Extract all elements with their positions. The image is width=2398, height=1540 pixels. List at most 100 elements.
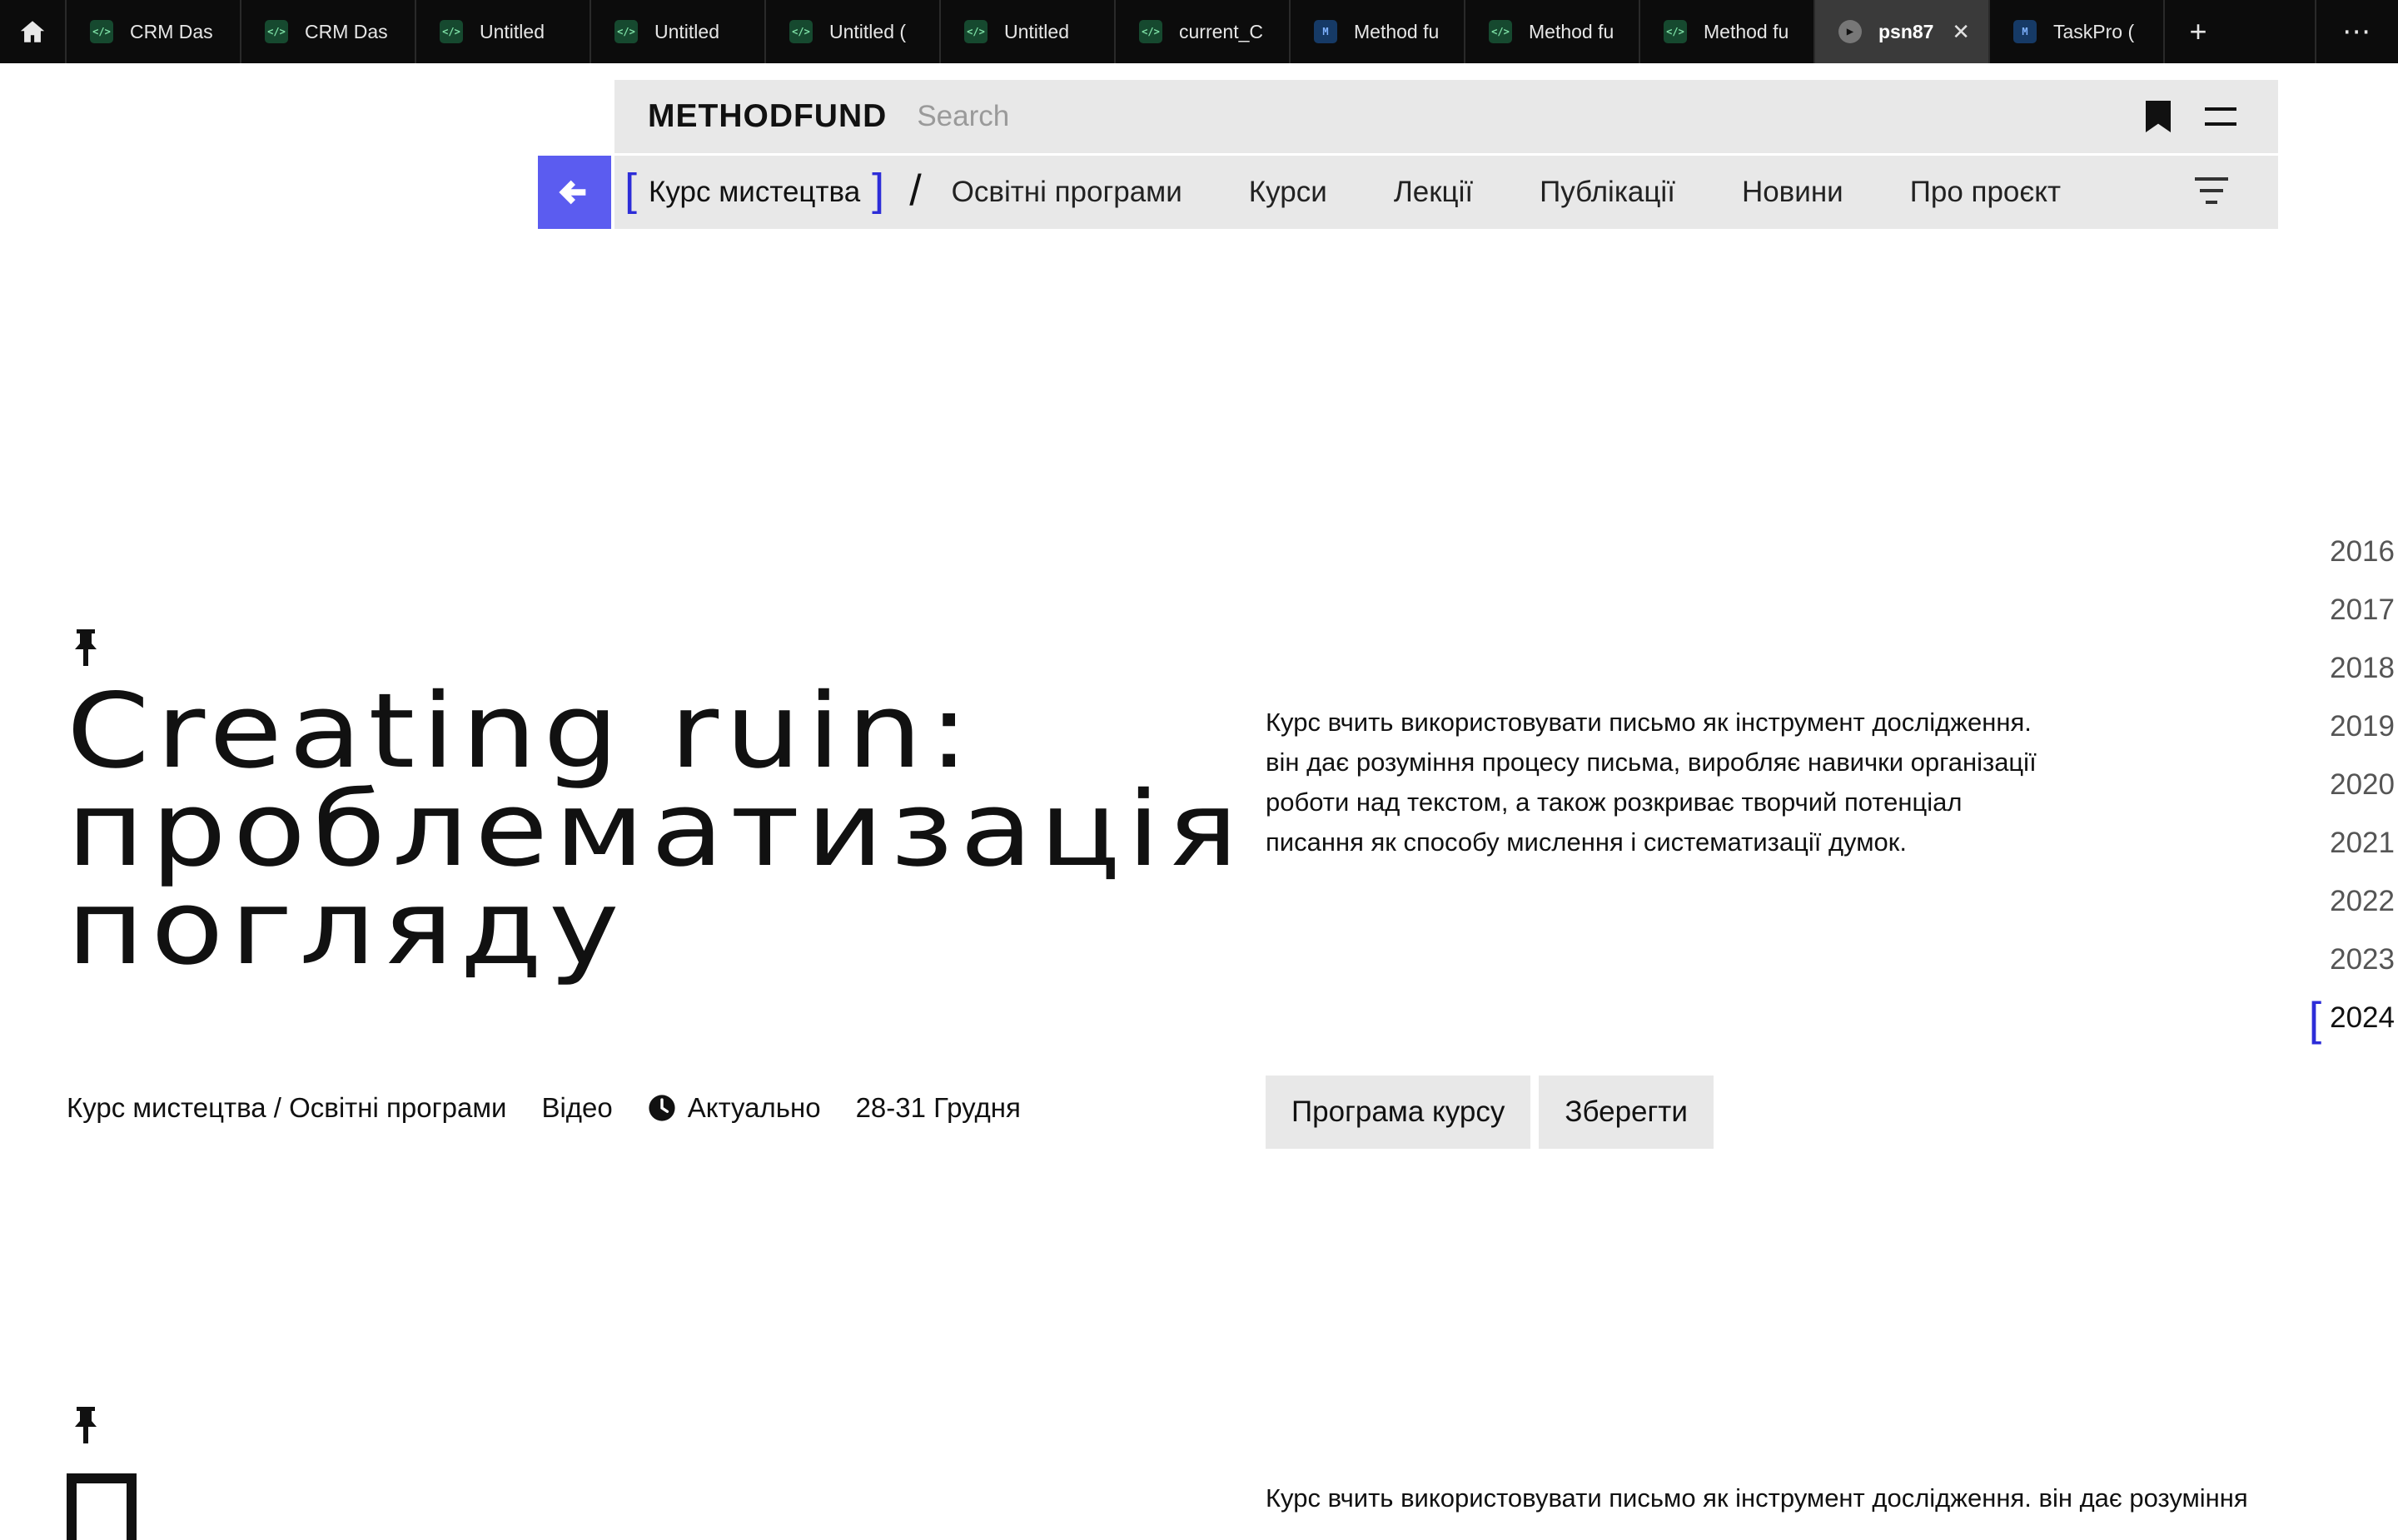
new-tab-button[interactable]: +: [2165, 0, 2231, 63]
pin-icon[interactable]: [73, 1407, 98, 1443]
browser-tab[interactable]: </> Untitled: [591, 0, 766, 63]
methodfund-icon: M: [1314, 20, 1337, 43]
tab-label: current_C: [1179, 20, 1263, 42]
next-course-description: Курс вчить використовувати письмо як інс…: [1266, 1483, 2248, 1513]
course-description: Курс вчить використовувати письмо як інс…: [1266, 703, 2132, 862]
browser-tab[interactable]: </> Method fu: [1640, 0, 1815, 63]
browser-tab[interactable]: </> Method fu: [1465, 0, 1640, 63]
pin-icon[interactable]: [73, 629, 98, 666]
breadcrumb-separator: /: [909, 166, 922, 215]
arrow-left-icon: [559, 180, 586, 205]
year-filter: 2016 2017 2018 2019 2020 2021 2022 2023 …: [2298, 523, 2398, 1047]
bracket-open: [: [624, 165, 638, 215]
course-title-line: Creating ruin:: [67, 672, 976, 792]
nav-link-about[interactable]: Про проєкт: [1910, 176, 2061, 209]
filter-icon: [2200, 189, 2223, 192]
year-2021[interactable]: 2021: [2298, 814, 2398, 872]
section-nav: [ Курс мистецтва ] / Освітні програми Ку…: [614, 156, 2278, 229]
year-2019[interactable]: 2019: [2298, 698, 2398, 756]
code-icon: </>: [1664, 20, 1687, 43]
filter-button[interactable]: [2193, 177, 2230, 207]
bracket-open: [: [2308, 991, 2322, 1045]
code-icon: </>: [265, 20, 288, 43]
tab-label: Untitled: [654, 20, 719, 42]
year-2018[interactable]: 2018: [2298, 639, 2398, 698]
home-icon: [20, 21, 45, 42]
browser-tab-strip: </> CRM Das </> CRM Das </> Untitled </> Unt…: [0, 0, 2398, 63]
year-2024-active[interactable]: [ 2024: [2298, 989, 2398, 1047]
methodfund-icon: M: [2013, 20, 2037, 43]
tab-label: CRM Das: [305, 20, 388, 42]
course-category[interactable]: Курс мистецтва / Освітні програми: [67, 1092, 506, 1124]
tab-menu-button[interactable]: ⋯: [2315, 0, 2398, 63]
filter-icon: [2195, 177, 2228, 181]
course-title-line: проблематизація: [67, 770, 1245, 890]
bookmark-icon: [2146, 101, 2171, 132]
back-button[interactable]: [538, 156, 611, 229]
year-2022[interactable]: 2022: [2298, 872, 2398, 931]
tab-label: Method fu: [1529, 20, 1614, 42]
save-button[interactable]: Зберегти: [1539, 1076, 1714, 1149]
nav-link-lectures[interactable]: Лекції: [1394, 176, 1473, 209]
browser-tab[interactable]: </> Untitled: [416, 0, 591, 63]
code-icon: </>: [1139, 20, 1162, 43]
year-label: 2024: [2330, 1001, 2395, 1034]
course-format: Відео: [541, 1092, 613, 1123]
nav-link-news[interactable]: Новини: [1742, 176, 1843, 209]
bracket-close: ]: [872, 165, 885, 215]
nav-link-courses[interactable]: Курси: [1249, 176, 1327, 209]
nav-link-programs[interactable]: Освітні програми: [952, 176, 1182, 209]
program-button[interactable]: Програма курсу: [1266, 1076, 1531, 1149]
tab-label: TaskPro (: [2053, 20, 2135, 42]
next-course-title[interactable]: [67, 1473, 137, 1540]
menu-icon: [2205, 122, 2236, 126]
site-logo[interactable]: METHODFUND: [648, 98, 887, 135]
code-icon: </>: [1489, 20, 1512, 43]
tab-label: psn87: [1878, 20, 1934, 42]
course-actions: Програма курсу Зберегти: [1266, 1076, 1714, 1149]
home-button[interactable]: [0, 0, 67, 63]
description-line: писання як способу мислення і систематиз…: [1266, 827, 1907, 857]
course-meta: Курс мистецтва / Освітні програми Відео …: [67, 1092, 1056, 1124]
description-line: роботи над текстом, а також розкриває тв…: [1266, 787, 1963, 817]
breadcrumb-current[interactable]: [ Курс мистецтва ]: [624, 167, 884, 212]
site-header: METHODFUND: [614, 80, 2278, 153]
tab-label: Untitled: [1004, 20, 1069, 42]
browser-tab-active[interactable]: ▶ psn87 ✕: [1815, 0, 1990, 63]
code-icon: </>: [440, 20, 463, 43]
browser-tab[interactable]: M Method fu: [1291, 0, 1465, 63]
browser-tab[interactable]: </> CRM Das: [67, 0, 241, 63]
tab-label: Method fu: [1704, 20, 1789, 42]
browser-tab[interactable]: </> current_C: [1116, 0, 1291, 63]
course-title[interactable]: Creating ruin: проблематизація погляду: [67, 672, 1407, 980]
bookmark-button[interactable]: [2138, 97, 2178, 137]
tab-label: Untitled: [480, 20, 545, 42]
year-2023[interactable]: 2023: [2298, 931, 2398, 989]
code-icon: </>: [90, 20, 113, 43]
browser-tab[interactable]: M TaskPro (: [1990, 0, 2165, 63]
description-line: він дає розуміння процесу письма, виробл…: [1266, 748, 2037, 777]
year-2020[interactable]: 2020: [2298, 756, 2398, 814]
code-icon: </>: [964, 20, 988, 43]
breadcrumb-label: Курс мистецтва: [649, 176, 861, 208]
menu-icon: [2205, 107, 2236, 111]
course-dates: 28-31 Грудня: [855, 1092, 1021, 1123]
close-tab-icon[interactable]: ✕: [1952, 19, 1970, 45]
browser-tab[interactable]: </> Untitled (: [766, 0, 941, 63]
menu-button[interactable]: [2205, 97, 2245, 137]
code-icon: </>: [789, 20, 813, 43]
description-line: Курс вчить використовувати письмо як інс…: [1266, 708, 2032, 737]
tab-label: Untitled (: [829, 20, 907, 42]
play-icon: ▶: [1838, 20, 1862, 43]
code-icon: </>: [614, 20, 638, 43]
year-2017[interactable]: 2017: [2298, 581, 2398, 639]
nav-link-publications[interactable]: Публікації: [1540, 176, 1675, 209]
search-input[interactable]: [917, 92, 2138, 142]
clock-icon: [649, 1095, 675, 1121]
browser-tab[interactable]: </> CRM Das: [241, 0, 416, 63]
browser-tab[interactable]: </> Untitled: [941, 0, 1116, 63]
year-2016[interactable]: 2016: [2298, 523, 2398, 581]
filter-icon: [2206, 201, 2217, 204]
tab-label: CRM Das: [130, 20, 213, 42]
course-status: Актуально: [687, 1092, 821, 1123]
